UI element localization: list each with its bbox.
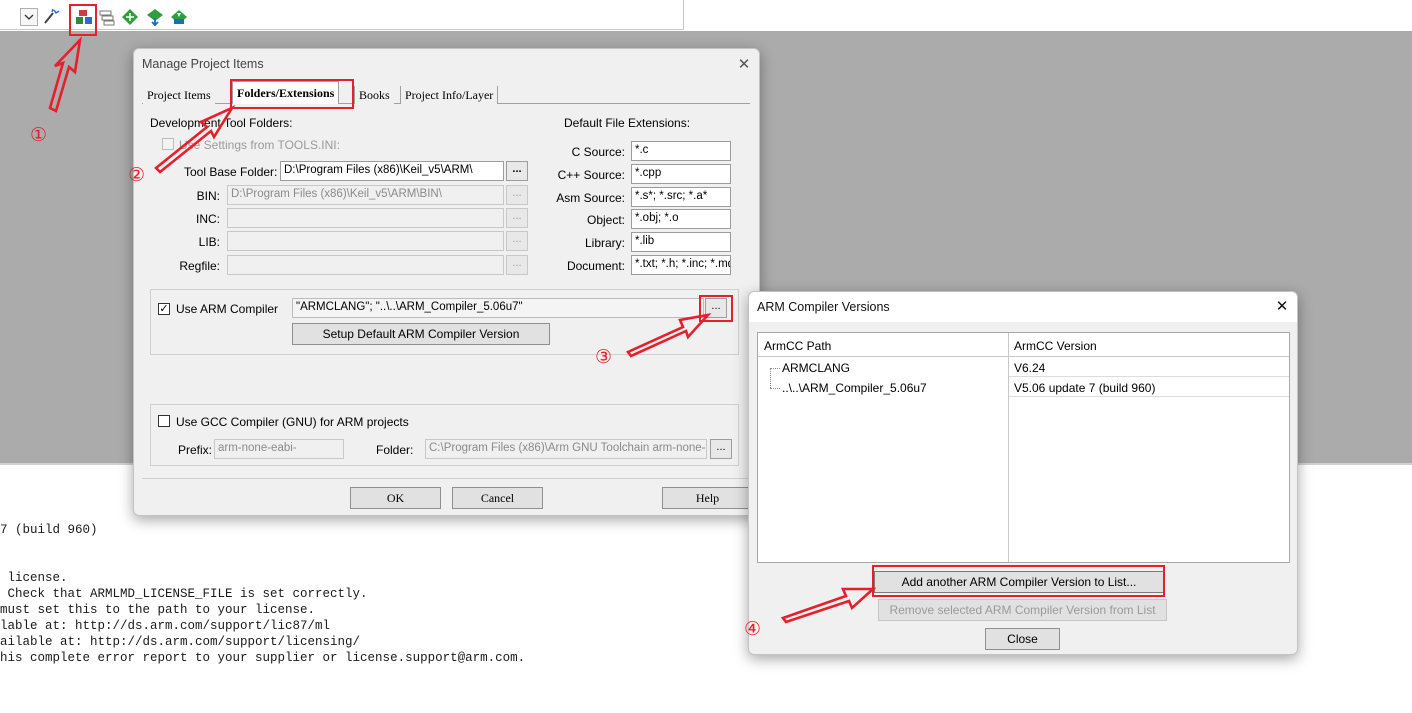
arrow-step1 [48, 36, 82, 113]
step2-label: ② [128, 164, 146, 186]
arrow-step4 [780, 587, 877, 624]
step3-label: ③ [595, 346, 613, 368]
step4-label: ④ [744, 618, 762, 640]
arrow-step3 [625, 313, 712, 358]
annotation-arrows [48, 36, 877, 624]
step1-label: ① [30, 124, 48, 146]
arrow-step2 [154, 105, 236, 174]
